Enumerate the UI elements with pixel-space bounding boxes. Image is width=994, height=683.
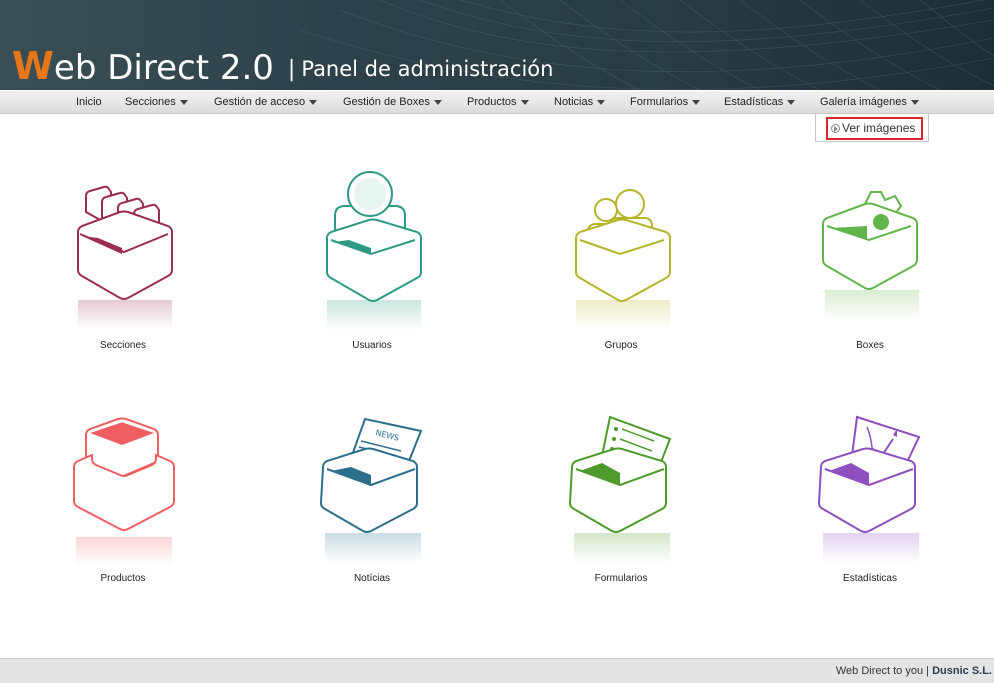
nav-label: Noticias <box>554 96 594 108</box>
footer-separator: | <box>926 665 930 677</box>
tile-estadisticas[interactable]: Estadísticas <box>805 405 935 595</box>
caret-down-icon <box>787 99 796 105</box>
tile-formularios[interactable]: Formularios <box>556 405 686 595</box>
logo-text: eb Direct 2.0 <box>53 48 274 88</box>
nav-label: Formularios <box>630 96 689 108</box>
nav-gestion-boxes[interactable]: Gestión de Boxes <box>343 91 442 114</box>
nav-productos[interactable]: Productos <box>467 91 529 114</box>
caret-down-icon <box>433 99 442 105</box>
page-subtitle: Panel de administración <box>301 57 554 81</box>
tile-label: Estadísticas <box>843 573 897 584</box>
app-title: Web Direct 2.0 | Panel de administración <box>12 44 553 88</box>
footer-bar: Web Direct to you | Dusnic S.L. <box>0 658 994 683</box>
folders-box-icon <box>77 185 173 330</box>
tile-noticias[interactable]: NEWS Notícias <box>307 405 437 595</box>
tile-label: Formularios <box>594 573 648 584</box>
caret-down-icon <box>309 99 318 105</box>
tile-label: Secciones <box>99 340 147 351</box>
nav-label: Inicio <box>76 96 102 108</box>
form-box-icon <box>568 415 672 563</box>
tile-label: Usuarios <box>352 340 392 351</box>
nav-secciones[interactable]: Secciones <box>125 91 188 114</box>
title-separator: | <box>287 57 296 82</box>
menu-item-label: Ver imágenes <box>842 121 916 135</box>
nav-galeria-imagenes[interactable]: Galería imágenes <box>820 91 919 114</box>
stats-box-icon <box>817 415 921 563</box>
caret-down-icon <box>910 99 919 105</box>
menu-item-ver-imagenes[interactable]: Ver imágenes <box>826 117 923 140</box>
nav-label: Galería imágenes <box>820 96 907 108</box>
tile-label: Notícias <box>353 573 391 584</box>
circle-arrow-icon <box>831 124 840 134</box>
caret-down-icon <box>520 99 529 105</box>
news-box-icon: NEWS <box>319 417 423 563</box>
nav-inicio[interactable]: Inicio <box>76 91 102 114</box>
footer-company: Dusnic S.L. <box>932 665 992 677</box>
nav-formularios[interactable]: Formularios <box>630 91 701 114</box>
galeria-dropdown-menu: Ver imágenes <box>815 114 929 142</box>
group-box-icon <box>575 189 671 330</box>
tile-secciones[interactable]: Secciones <box>58 168 188 358</box>
caret-down-icon <box>597 99 606 105</box>
nav-label: Gestión de acceso <box>214 96 306 108</box>
tile-usuarios[interactable]: Usuarios <box>307 168 437 358</box>
nav-label: Productos <box>467 96 517 108</box>
tile-label: Productos <box>100 573 146 584</box>
logo-initial: W <box>12 44 54 88</box>
tile-grupos[interactable]: Grupos <box>556 168 686 358</box>
user-box-icon <box>326 171 422 330</box>
main-nav: Inicio Secciones Gestión de acceso Gesti… <box>0 90 994 114</box>
tile-boxes[interactable]: Boxes <box>805 168 935 358</box>
nav-label: Secciones <box>125 96 176 108</box>
tile-label: Boxes <box>856 340 884 351</box>
nav-gestion-acceso[interactable]: Gestión de acceso <box>214 91 318 114</box>
nav-label: Gestión de Boxes <box>343 96 430 108</box>
nav-noticias[interactable]: Noticias <box>554 91 606 114</box>
footer-text: Web Direct to you <box>835 665 924 677</box>
gear-box-icon <box>822 191 919 320</box>
tile-productos[interactable]: Productos <box>58 405 188 595</box>
caret-down-icon <box>692 99 701 105</box>
nav-estadisticas[interactable]: Estadísticas <box>724 91 796 114</box>
caret-down-icon <box>179 99 188 105</box>
product-box-icon <box>73 417 175 565</box>
header-banner: Web Direct 2.0 | Panel de administración <box>0 0 994 90</box>
tile-label: Grupos <box>604 340 638 351</box>
nav-label: Estadísticas <box>724 96 784 108</box>
